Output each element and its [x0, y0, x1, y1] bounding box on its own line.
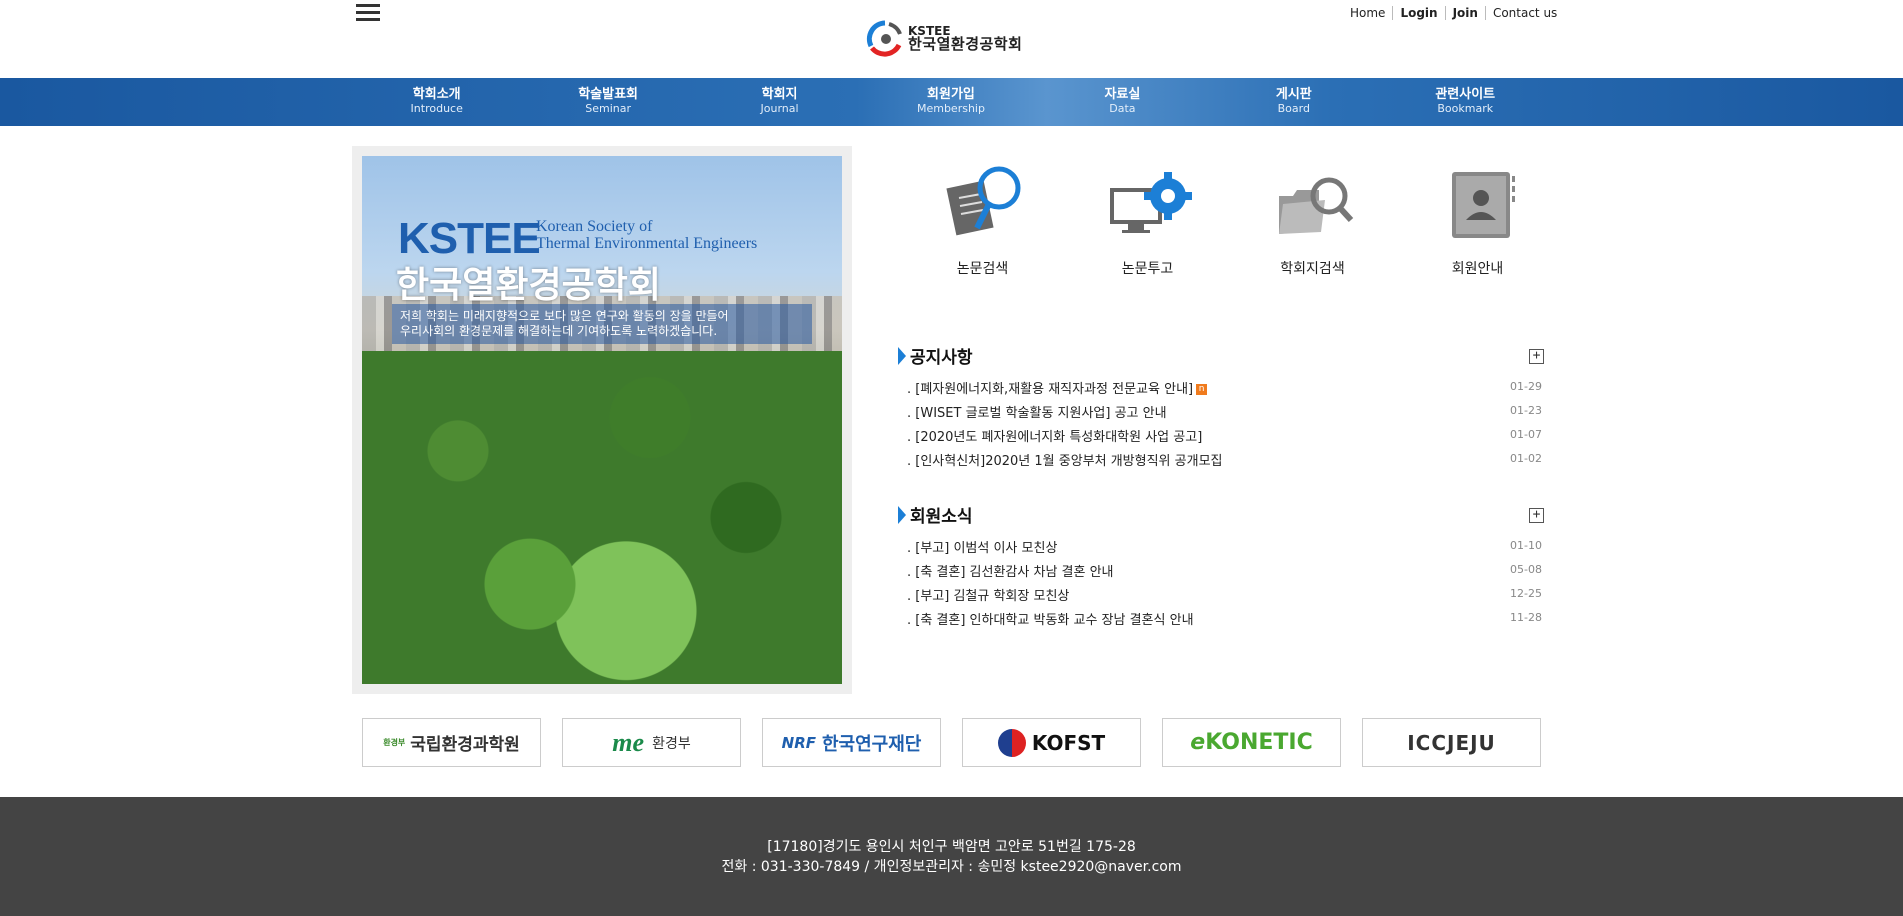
section-arrow-icon: [898, 347, 906, 365]
member-news-board: 회원소식 + . [부고] 이범석 이사 모친상 01-10 . [축 결혼] …: [895, 502, 1550, 630]
notice-row[interactable]: . [인사혁신처]2020년 1월 중앙부처 개방형직위 공개모집 01-02: [895, 447, 1550, 471]
footer-contact: 전화 : 031-330-7849 / 개인정보관리자 : 송민정 kstee2…: [721, 859, 1182, 875]
footer-address: [17180]경기도 용인시 처인구 백암면 고안로 51번길 175-28: [767, 839, 1136, 855]
member-news-row[interactable]: . [축 결혼] 인하대학교 박동화 교수 장남 결혼식 안내 11-28: [895, 606, 1550, 630]
nav-label-en: Data: [1109, 102, 1136, 115]
notice-more-button[interactable]: +: [1529, 349, 1544, 364]
partner-konetic[interactable]: e KONETIC: [1162, 718, 1341, 767]
main-navigation: 학회소개 Introduce 학술발표회 Seminar 학회지 Journal…: [0, 78, 1903, 126]
quick-link-label: 회원안내: [1451, 261, 1504, 277]
notice-date: 01-02: [1510, 452, 1542, 465]
nav-item-data[interactable]: 자료실 Data: [1037, 87, 1208, 115]
quick-link-label: 논문검색: [956, 261, 1009, 277]
member-news-more-button[interactable]: +: [1529, 508, 1544, 523]
submit-gear-icon: [1098, 156, 1198, 256]
logo-text-ko: 한국열환경공학회: [908, 35, 1023, 54]
nav-label-en: Bookmark: [1437, 102, 1494, 115]
main-banner-frame: KSTEE Korean Society of Thermal Environm…: [352, 146, 852, 694]
member-book-icon: [1428, 156, 1528, 256]
top-utility-links: Home Login Join Contact us: [1350, 6, 1564, 20]
notice-date: 01-23: [1510, 404, 1542, 417]
notice-date: 01-07: [1510, 428, 1542, 441]
nav-item-membership[interactable]: 회원가입 Membership: [865, 87, 1036, 115]
banner-subtitle-en: Korean Society of Thermal Environmental …: [536, 218, 758, 252]
main-banner-image: KSTEE Korean Society of Thermal Environm…: [362, 156, 842, 684]
paper-search-icon: [933, 156, 1033, 256]
notice-title[interactable]: 공지사항: [910, 343, 973, 368]
nav-label-en: Journal: [760, 102, 799, 115]
nav-item-bookmark[interactable]: 관련사이트 Bookmark: [1380, 87, 1551, 115]
site-header: KSTEE 한국열환경공학회 Home Login Join Contact u…: [0, 0, 1903, 78]
quick-links: 논문검색 논문투고 학회지검색 회원안내: [900, 156, 1560, 278]
section-arrow-icon: [898, 506, 906, 524]
main-content: KSTEE Korean Society of Thermal Environm…: [0, 126, 1903, 694]
banner-title-ko: 한국열환경공학회: [396, 264, 661, 306]
quick-link-submit[interactable]: 논문투고: [1065, 156, 1230, 278]
member-news-date: 05-08: [1510, 563, 1542, 576]
partner-kofst[interactable]: KOFST: [962, 718, 1141, 767]
nav-label-ko: 회원가입: [927, 87, 975, 102]
nav-label-en: Introduce: [410, 102, 463, 115]
menu-icon[interactable]: [356, 4, 380, 24]
nav-item-introduce[interactable]: 학회소개 Introduce: [351, 87, 522, 115]
partner-iccjeju[interactable]: ICCJEJU: [1362, 718, 1541, 767]
partner-nier[interactable]: 환경부 국립환경과학원: [362, 718, 541, 767]
nav-label-en: Seminar: [585, 102, 632, 115]
notice-board: 공지사항 + . [폐자원에너지화,재활용 재직자과정 전문교육 안내] n 01…: [895, 343, 1550, 471]
contact-us-link[interactable]: Contact us: [1486, 6, 1564, 20]
notice-row[interactable]: . [WISET 글로벌 학술활동 지원사업] 공고 안내 01-23: [895, 399, 1550, 423]
new-badge: n: [1196, 384, 1208, 395]
nav-label-ko: 학회지: [761, 87, 798, 102]
quick-link-member-info[interactable]: 회원안내: [1395, 156, 1560, 278]
home-link[interactable]: Home: [1350, 6, 1394, 20]
nav-label-ko: 학술발표회: [578, 87, 639, 102]
member-news-date: 01-10: [1510, 539, 1542, 552]
quick-link-journal-search[interactable]: 학회지검색: [1230, 156, 1395, 278]
nav-item-seminar[interactable]: 학술발표회 Seminar: [522, 87, 693, 115]
quick-link-label: 학회지검색: [1280, 261, 1345, 277]
nav-label-en: Membership: [916, 102, 985, 115]
nav-label-ko: 게시판: [1275, 87, 1312, 102]
banner-description: 저희 학회는 미래지향적으로 보다 많은 연구와 활동의 장을 만들어 우리사회…: [392, 304, 812, 344]
notice-row[interactable]: . [폐자원에너지화,재활용 재직자과정 전문교육 안내] n 01-29: [895, 375, 1550, 399]
partner-me[interactable]: me 환경부: [562, 718, 741, 767]
nav-item-journal[interactable]: 학회지 Journal: [694, 87, 865, 115]
nav-item-board[interactable]: 게시판 Board: [1208, 87, 1379, 115]
nav-label-ko: 자료실: [1104, 87, 1141, 102]
member-news-title[interactable]: 회원소식: [910, 502, 973, 527]
nav-label-en: Board: [1277, 102, 1310, 115]
nav-label-ko: 관련사이트: [1435, 87, 1496, 102]
site-footer: [17180]경기도 용인시 처인구 백암면 고안로 51번길 175-28 전…: [0, 797, 1903, 916]
member-news-row[interactable]: . [부고] 김철규 학회장 모친상 12-25: [895, 582, 1550, 606]
partner-banners: 환경부 국립환경과학원 me 환경부 NRF 한국연구재단 KOFST e KO…: [362, 718, 1541, 767]
notice-date: 01-29: [1510, 380, 1542, 393]
folder-search-icon: [1263, 156, 1363, 256]
kofst-logo-icon: [997, 728, 1026, 757]
kstee-logo-icon: [866, 20, 904, 58]
nav-label-ko: 학회소개: [412, 87, 461, 102]
partner-nrf[interactable]: NRF 한국연구재단: [762, 718, 941, 767]
member-news-row[interactable]: . [부고] 이범석 이사 모친상 01-10: [895, 534, 1550, 558]
login-link[interactable]: Login: [1393, 6, 1446, 20]
member-news-date: 12-25: [1510, 587, 1542, 600]
quick-link-paper-search[interactable]: 논문검색: [900, 156, 1065, 278]
member-news-date: 11-28: [1510, 611, 1542, 624]
quick-link-label: 논문투고: [1121, 261, 1174, 277]
site-logo[interactable]: KSTEE 한국열환경공학회: [866, 20, 1022, 58]
member-news-row[interactable]: . [축 결혼] 김선환감사 차남 결혼 안내 05-08: [895, 558, 1550, 582]
notice-row[interactable]: . [2020년도 폐자원에너지화 특성화대학원 사업 공고] 01-07: [895, 423, 1550, 447]
join-link[interactable]: Join: [1446, 6, 1486, 20]
